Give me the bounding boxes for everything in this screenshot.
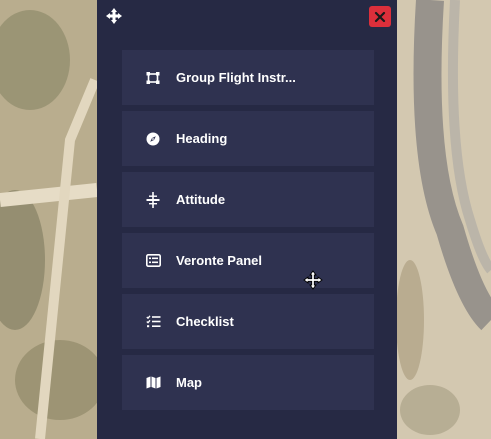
close-button[interactable] (369, 6, 391, 27)
menu-item-checklist[interactable]: Checklist (122, 294, 374, 349)
menu-item-label: Veronte Panel (176, 253, 262, 268)
menu-item-label: Heading (176, 131, 228, 146)
menu-item-label: Checklist (176, 314, 234, 329)
menu-item-attitude[interactable]: Attitude (122, 172, 374, 227)
instrument-menu-list: Group Flight Instr... Heading Attitude V… (122, 50, 374, 416)
menu-item-label: Group Flight Instr... (176, 70, 296, 85)
attitude-indicator-icon (145, 191, 161, 208)
checklist-icon (145, 314, 161, 330)
move-arrows-icon[interactable] (104, 6, 124, 26)
menu-item-veronte-panel[interactable]: Veronte Panel (122, 233, 374, 288)
compass-icon (145, 131, 161, 147)
menu-item-label: Map (176, 375, 202, 390)
map-icon (145, 375, 161, 391)
menu-item-label: Attitude (176, 192, 226, 207)
menu-item-map[interactable]: Map (122, 355, 374, 410)
close-x-icon (374, 11, 386, 22)
menu-item-heading[interactable]: Heading (122, 111, 374, 166)
group-frame-icon (145, 70, 161, 86)
table-panel-icon (145, 253, 161, 269)
menu-item-group-flight-instruments[interactable]: Group Flight Instr... (122, 50, 374, 105)
